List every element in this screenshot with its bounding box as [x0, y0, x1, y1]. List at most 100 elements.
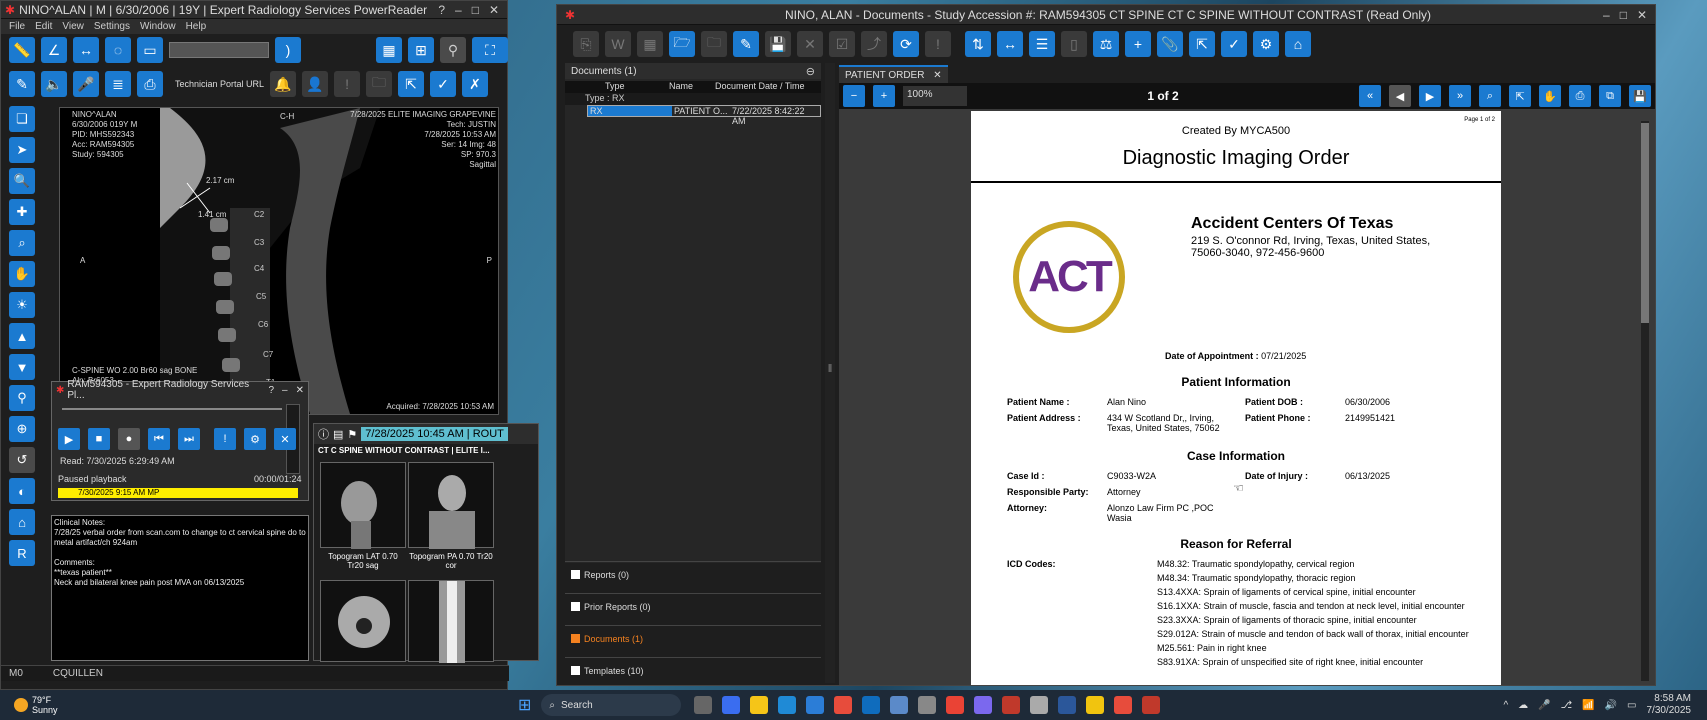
search-icon[interactable]: ⌕ — [1479, 85, 1501, 107]
hand-icon[interactable]: ✋ — [1539, 85, 1561, 107]
word-icon[interactable]: W — [605, 31, 631, 57]
collapse-icon[interactable]: ⊖ — [806, 65, 815, 78]
col-name[interactable]: Name — [655, 81, 715, 93]
minimize-button[interactable]: – — [282, 385, 288, 396]
app-red-icon[interactable] — [1114, 696, 1133, 714]
doc-icon[interactable]: ▤ — [333, 428, 343, 441]
battery-icon[interactable]: ▭ — [1627, 700, 1636, 711]
usb-icon[interactable]: ⎇ — [1561, 700, 1573, 711]
export-icon[interactable]: ⇱ — [1189, 31, 1215, 57]
columns-icon[interactable]: ▯ — [1061, 31, 1087, 57]
horizontal-icon[interactable]: ↔ — [997, 31, 1023, 57]
minimize-button[interactable]: – — [455, 3, 462, 17]
attach-icon[interactable]: 📎 — [1157, 31, 1183, 57]
menu-settings[interactable]: Settings — [94, 21, 130, 32]
alert-icon[interactable]: ! — [214, 428, 236, 450]
target-icon[interactable]: ⊕ — [9, 416, 35, 442]
select-icon[interactable]: ⇱ — [1509, 85, 1531, 107]
save-icon[interactable]: 💾 — [765, 31, 791, 57]
last-page-icon[interactable]: » — [1449, 85, 1471, 107]
record-icon[interactable]: ● — [118, 428, 140, 450]
task-view-icon[interactable] — [694, 696, 713, 714]
outlook-icon[interactable] — [862, 696, 881, 714]
menu-view[interactable]: View — [62, 21, 84, 32]
share-icon[interactable]: ⤴ — [861, 31, 887, 57]
pointer-icon[interactable]: ➤ — [9, 137, 35, 163]
edge-icon[interactable] — [778, 696, 797, 714]
volume-icon[interactable]: 🔊 — [1605, 700, 1617, 711]
bracket-icon[interactable]: ) — [275, 37, 301, 63]
edit-icon[interactable]: ✎ — [733, 31, 759, 57]
grid-layout-icon[interactable]: ▦ — [376, 37, 402, 63]
store-icon[interactable] — [806, 696, 825, 714]
ruler-icon[interactable]: 📏 — [9, 37, 35, 63]
wifi-icon[interactable]: 📶 — [1582, 700, 1594, 711]
bell-icon[interactable]: 🔔 — [270, 71, 297, 97]
menu-help[interactable]: Help — [186, 21, 207, 32]
rows-icon[interactable]: ☰ — [1029, 31, 1055, 57]
measurement-label-1[interactable]: 2.17 cm — [206, 176, 234, 186]
cloud-icon[interactable]: ☁ — [1518, 700, 1528, 711]
scan-icon[interactable]: ⎘ — [573, 31, 599, 57]
pencil-icon[interactable]: ✎ — [9, 71, 35, 97]
up-arrow-icon[interactable]: ▲ — [9, 323, 35, 349]
settings-icon[interactable] — [974, 696, 993, 714]
series-header[interactable]: 7/28/2025 10:45 AM | ROUT — [361, 427, 508, 441]
dictate-icon[interactable]: 🎤 — [73, 71, 99, 97]
calendar-icon[interactable]: ▦ — [637, 31, 663, 57]
playback-row-selected[interactable]: 7/30/2025 9:15 AM MP — [58, 488, 298, 498]
technician-portal-link[interactable]: Technician Portal URL — [175, 79, 264, 89]
gear-icon[interactable]: ⚙ — [1253, 31, 1279, 57]
roi-icon[interactable]: ◌ — [105, 37, 131, 63]
document-row[interactable]: RX PATIENT O... 7/22/2025 8:42:22 AM — [587, 105, 821, 126]
word-icon[interactable] — [1058, 696, 1077, 714]
add-doc-icon[interactable]: + — [1125, 31, 1151, 57]
maximize-button[interactable]: □ — [1620, 8, 1627, 22]
chevron-up-icon[interactable]: ^ — [1503, 700, 1508, 711]
section-prior-reports[interactable]: Prior Reports (0) — [565, 593, 821, 625]
series-layout-icon[interactable]: ⊞ — [408, 37, 434, 63]
close-button[interactable]: ✕ — [296, 385, 304, 396]
forward-icon[interactable]: ⏭ — [178, 428, 200, 450]
folder-icon[interactable]: 🗀 — [701, 31, 727, 57]
distance-icon[interactable]: ↔ — [73, 37, 99, 63]
calculator-icon[interactable] — [890, 696, 909, 714]
approve-icon[interactable]: ✓ — [1221, 31, 1247, 57]
powerreader-icon[interactable] — [1142, 696, 1161, 714]
thumbnail-coronal[interactable] — [408, 580, 494, 663]
thumbnail-axial[interactable] — [320, 580, 406, 662]
menu-window[interactable]: Window — [140, 21, 176, 32]
mic-icon[interactable]: 🎤 — [1538, 700, 1550, 711]
explorer-icon[interactable] — [750, 696, 769, 714]
photos-icon[interactable] — [946, 696, 965, 714]
reject-icon[interactable]: ✗ — [462, 71, 489, 97]
stack-icon[interactable]: ❏ — [9, 106, 35, 132]
info-icon[interactable]: ⓘ — [318, 426, 329, 442]
zoom-icon[interactable]: ⌕ — [9, 230, 35, 256]
help-icon[interactable]: ? — [438, 3, 445, 17]
alert-icon[interactable]: ! — [334, 71, 361, 97]
section-templates[interactable]: Templates (10) — [565, 657, 821, 689]
refresh-icon[interactable]: ⟳ — [893, 31, 919, 57]
crosshair-icon[interactable]: ✚ — [9, 199, 35, 225]
weather-icon[interactable] — [14, 698, 28, 712]
measurement-label-2[interactable]: 1.41 cm — [198, 210, 226, 220]
alert-icon[interactable]: ! — [925, 31, 951, 57]
report-icon[interactable]: ≣ — [105, 71, 131, 97]
playback-slider[interactable] — [62, 408, 282, 410]
play-icon[interactable]: ▶ — [58, 428, 80, 450]
preset-dropdown[interactable] — [169, 42, 269, 58]
pan-hand-icon[interactable]: ✋ — [9, 261, 35, 287]
col-type[interactable]: Type — [565, 81, 655, 93]
minimize-button[interactable]: – — [1603, 8, 1610, 22]
thumbnail-lat[interactable] — [320, 462, 406, 549]
person-icon[interactable]: 👤 — [302, 71, 329, 97]
close-button[interactable]: ✕ — [1637, 8, 1647, 22]
print-icon[interactable]: ⎙ — [1569, 85, 1591, 107]
home-icon[interactable]: ⌂ — [9, 509, 35, 535]
flag-icon[interactable]: ⚑ — [347, 428, 357, 441]
check-icon[interactable]: ☑ — [829, 31, 855, 57]
contrast-icon[interactable]: ☀ — [9, 292, 35, 318]
angle-icon[interactable]: ∠ — [41, 37, 67, 63]
menu-file[interactable]: File — [9, 21, 25, 32]
